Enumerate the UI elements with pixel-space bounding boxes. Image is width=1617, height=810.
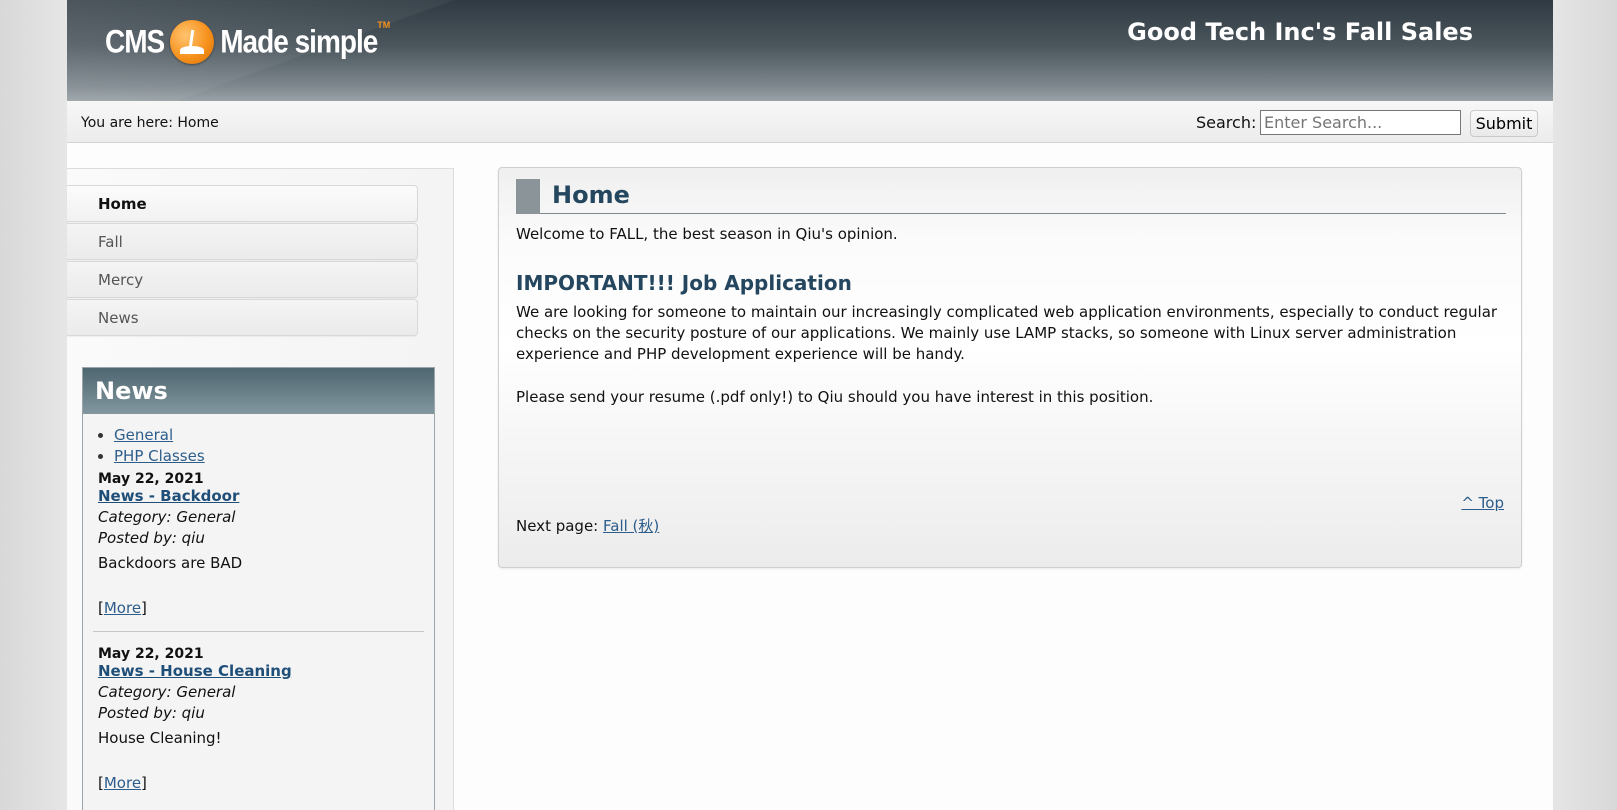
sidebar: Home Fall Mercy News News General PHP Cl… [67, 168, 454, 810]
logo-text-left: CMS [105, 23, 165, 60]
menu-item-mercy[interactable]: Mercy [67, 261, 418, 298]
menu-item-news[interactable]: News [67, 299, 418, 336]
news-categories: General PHP Classes [114, 426, 434, 465]
page: CMS Made simple TM Good Tech Inc's Fall … [67, 0, 1553, 810]
breadcrumb: You are here: Home [81, 115, 219, 131]
logo-trademark: TM [377, 20, 391, 30]
news-title-link[interactable]: News - House Cleaning [98, 662, 292, 680]
logo-text-right: Made simple [220, 23, 378, 60]
news-author: Posted by: qiu [98, 529, 205, 547]
news-title-link[interactable]: News - Backdoor [98, 487, 239, 505]
news-divider [93, 631, 424, 632]
next-page-link[interactable]: Fall (秋) [603, 517, 659, 535]
news-more-link[interactable]: More [104, 599, 141, 617]
back-to-top-link[interactable]: ^ Top [1461, 494, 1504, 512]
next-page: Next page: Fall (秋) [516, 515, 659, 536]
news-box: News General PHP Classes May 22, 2021 Ne… [82, 367, 435, 810]
news-category-item: PHP Classes [114, 447, 434, 465]
news-date: May 22, 2021 [98, 646, 204, 662]
site-header: CMS Made simple TM Good Tech Inc's Fall … [67, 0, 1553, 101]
news-box-heading: News [83, 368, 434, 414]
main-menu: Home Fall Mercy News [67, 185, 418, 337]
page-title: Home [552, 181, 630, 209]
news-author: Posted by: qiu [98, 704, 205, 722]
news-category: Category: General [98, 683, 236, 701]
site-title: Good Tech Inc's Fall Sales [1127, 18, 1473, 46]
news-category-link-php-classes[interactable]: PHP Classes [114, 447, 205, 465]
logo-island-icon [170, 20, 215, 64]
main-content: Home Welcome to FALL, the best season in… [498, 167, 1522, 568]
news-category-item: General [114, 426, 434, 444]
job-paragraph-line-2: checks on the security posture of our ap… [516, 324, 1457, 342]
news-category-link-general[interactable]: General [114, 426, 173, 444]
search-label: Search: [1196, 113, 1257, 132]
job-paragraph-line-3: experience and PHP development experienc… [516, 345, 965, 363]
resume-paragraph: Please send your resume (.pdf only!) to … [516, 388, 1154, 406]
heading-marker [516, 179, 540, 214]
job-application-heading: IMPORTANT!!! Job Application [516, 271, 852, 295]
news-more: [More] [98, 774, 419, 792]
news-more-close-bracket: ] [141, 599, 147, 617]
welcome-text: Welcome to FALL, the best season in Qiu'… [516, 225, 898, 243]
next-page-label: Next page: [516, 517, 599, 535]
news-more: [More] [98, 599, 419, 617]
news-date: May 22, 2021 [98, 471, 204, 487]
page-heading: Home [516, 179, 1506, 214]
search-submit-button[interactable]: Submit [1470, 110, 1538, 137]
news-entry: May 22, 2021 News - Backdoor Category: G… [83, 471, 434, 617]
news-more-link[interactable]: More [104, 774, 141, 792]
news-entry: May 22, 2021 News - House Cleaning Categ… [83, 646, 434, 792]
breadcrumb-bar: You are here: Home Search: Submit [67, 101, 1553, 143]
cms-logo[interactable]: CMS Made simple TM [105, 16, 390, 68]
news-summary: Backdoors are BAD [98, 554, 243, 572]
news-category: Category: General [98, 508, 236, 526]
menu-item-home[interactable]: Home [67, 185, 418, 222]
news-more-close-bracket: ] [141, 774, 147, 792]
news-summary: House Cleaning! [98, 729, 222, 747]
job-paragraph-line-1: We are looking for someone to maintain o… [516, 303, 1498, 321]
menu-item-fall[interactable]: Fall [67, 223, 418, 260]
search-input[interactable] [1260, 110, 1461, 135]
